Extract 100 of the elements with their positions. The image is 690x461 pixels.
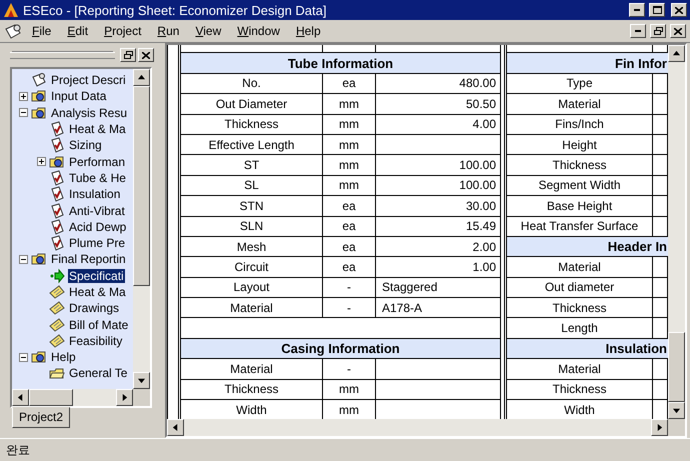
folder-icon bbox=[31, 349, 47, 366]
tree-item[interactable]: Heat & Ma bbox=[68, 122, 127, 136]
menu-item[interactable]: Help bbox=[290, 24, 327, 38]
table-cell: ea bbox=[323, 74, 376, 94]
scroll-up-button[interactable] bbox=[668, 45, 685, 62]
table-cell: Thickness bbox=[507, 380, 653, 400]
triangle-icon bbox=[673, 50, 680, 57]
table-cell: 15.49 bbox=[376, 216, 501, 236]
table-cell: 2.00 bbox=[376, 236, 501, 256]
panel-tab[interactable]: Project2 bbox=[12, 407, 70, 428]
tree-item[interactable]: Performan bbox=[68, 154, 126, 169]
table-cell: 1.00 bbox=[376, 257, 501, 277]
scroll-right-button[interactable] bbox=[651, 419, 668, 436]
expander-icon[interactable] bbox=[19, 108, 28, 118]
section-header: Insulation bbox=[507, 338, 668, 358]
table-cell: Base Height bbox=[507, 196, 653, 216]
tree-item[interactable]: Bill of Mate bbox=[68, 318, 130, 332]
scrollbar[interactable] bbox=[133, 69, 150, 389]
table-cell: 50.50 bbox=[376, 94, 501, 114]
tree-item[interactable]: Analysis Resu bbox=[50, 106, 128, 120]
folder-icon bbox=[31, 88, 47, 104]
triangle-icon bbox=[138, 74, 145, 81]
table-cell: Thickness bbox=[507, 298, 653, 318]
scroll-down-button[interactable] bbox=[133, 372, 150, 389]
menu-item[interactable]: View bbox=[189, 24, 228, 38]
table-cell: Material bbox=[507, 94, 653, 114]
table-cell: ea bbox=[323, 257, 376, 277]
table-cell: ea bbox=[323, 216, 376, 236]
minimize-button[interactable] bbox=[629, 3, 645, 17]
table-cell: 30.00 bbox=[376, 196, 501, 216]
table-cell: SLN bbox=[181, 216, 323, 236]
table-cell: 480.00 bbox=[376, 74, 501, 94]
triangle-icon bbox=[138, 377, 145, 384]
menu-item[interactable]: Edit bbox=[61, 24, 94, 38]
tree-item[interactable]: Plume Pre bbox=[68, 236, 126, 250]
table-cell: Circuit bbox=[181, 257, 323, 277]
scrollbar-thumb[interactable] bbox=[668, 332, 685, 402]
checklist-icon bbox=[49, 218, 65, 235]
grip-handle[interactable] bbox=[10, 52, 115, 58]
maximize-button[interactable] bbox=[649, 3, 665, 17]
tree-item[interactable]: Tube & He bbox=[68, 170, 127, 185]
expander-icon[interactable] bbox=[37, 157, 46, 166]
expander-icon[interactable] bbox=[19, 352, 28, 362]
close-button[interactable] bbox=[670, 24, 686, 38]
table-cell: A178-A bbox=[376, 298, 501, 318]
expander-icon[interactable] bbox=[19, 92, 28, 101]
table-cell: - bbox=[323, 359, 376, 379]
tree-item[interactable]: Anti-Vibrat bbox=[68, 204, 126, 218]
scroll-up-button[interactable] bbox=[133, 69, 150, 86]
scroll-down-button[interactable] bbox=[668, 402, 685, 419]
tree-item[interactable]: Drawings bbox=[68, 301, 120, 316]
close-button[interactable] bbox=[671, 3, 687, 17]
tree-item[interactable]: Help bbox=[50, 350, 77, 364]
status-text: 완료 bbox=[6, 442, 30, 458]
triangle-icon bbox=[121, 394, 128, 401]
table-cell: mm bbox=[323, 176, 376, 196]
expander-icon[interactable] bbox=[19, 254, 28, 264]
document-icon bbox=[31, 72, 47, 88]
table-cell: Layout bbox=[181, 278, 323, 298]
scrollbar[interactable] bbox=[668, 45, 685, 419]
scroll-left-button[interactable] bbox=[167, 419, 184, 436]
scrollbar[interactable] bbox=[12, 389, 133, 406]
tree-item[interactable]: Acid Dewp bbox=[68, 220, 128, 234]
tree-item[interactable]: Input Data bbox=[50, 89, 108, 104]
tree-item[interactable]: Project Descri bbox=[50, 73, 127, 88]
scroll-right-button[interactable] bbox=[116, 389, 133, 406]
table-cell: mm bbox=[323, 134, 376, 154]
restore-button[interactable] bbox=[120, 48, 136, 62]
tree-item[interactable]: Final Reportin bbox=[50, 252, 127, 266]
menu-item[interactable]: File bbox=[26, 24, 58, 38]
triangle-icon bbox=[172, 424, 179, 431]
table-cell: Effective Length bbox=[181, 134, 323, 154]
scroll-left-button[interactable] bbox=[12, 389, 29, 406]
minimize-button[interactable] bbox=[630, 24, 646, 38]
restore-button[interactable] bbox=[650, 24, 666, 38]
table-cell: 100.00 bbox=[376, 176, 501, 196]
tree-item[interactable]: Heat & Ma bbox=[68, 285, 127, 299]
scrollbar-thumb[interactable] bbox=[29, 389, 73, 406]
close-button[interactable] bbox=[138, 48, 154, 62]
table-cell: ea bbox=[323, 236, 376, 256]
section-header: Tube Information bbox=[181, 53, 500, 73]
menu-item[interactable]: Window bbox=[231, 24, 286, 38]
table-cell: Mesh bbox=[181, 236, 323, 256]
scrollbar-thumb[interactable] bbox=[133, 86, 150, 286]
menu-item[interactable]: Run bbox=[151, 24, 186, 38]
tree-item[interactable]: Feasibility bbox=[68, 334, 124, 348]
menu-item[interactable]: Project bbox=[98, 24, 148, 38]
triangle-icon bbox=[656, 424, 663, 431]
scrollbar[interactable] bbox=[167, 419, 668, 436]
table-cell: mm bbox=[323, 380, 376, 400]
tree-item[interactable]: Sizing bbox=[68, 138, 103, 152]
close-icon bbox=[674, 28, 682, 34]
table-cell: Fins/Inch bbox=[507, 114, 653, 134]
table-cell: Thickness bbox=[181, 380, 323, 400]
tree-item[interactable]: Specificati bbox=[68, 268, 125, 283]
tree-item[interactable]: General Te bbox=[68, 366, 128, 380]
table-cell: - bbox=[323, 298, 376, 318]
checklist-icon bbox=[49, 235, 65, 252]
checklist-icon bbox=[49, 186, 65, 202]
tree-item[interactable]: Insulation bbox=[68, 187, 122, 202]
